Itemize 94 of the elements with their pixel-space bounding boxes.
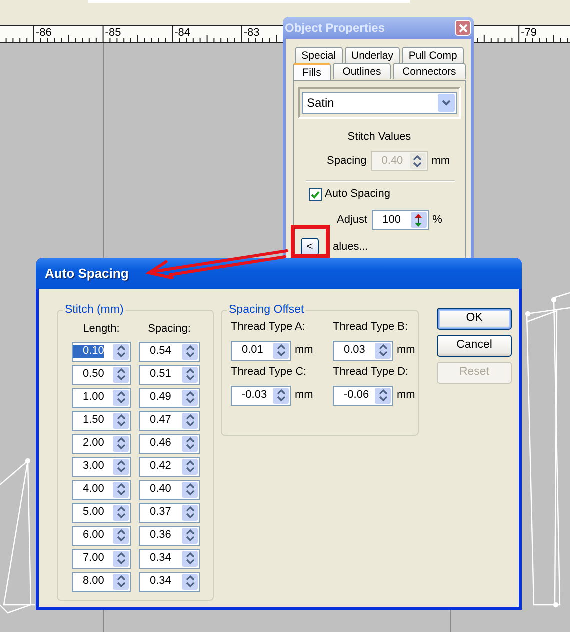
spin-button[interactable]	[273, 342, 289, 359]
number-field[interactable]: 0.10	[72, 342, 131, 362]
spin-button[interactable]	[113, 436, 129, 452]
tab[interactable]: Connectors	[392, 63, 466, 79]
number-field[interactable]: 0.34	[139, 548, 200, 569]
number-field[interactable]: 0.01	[231, 340, 291, 361]
spin-button[interactable]	[113, 574, 129, 590]
ruler-label: -79	[521, 27, 537, 40]
spin-button[interactable]	[113, 504, 129, 521]
number-field[interactable]: 0.47	[139, 410, 200, 431]
number-field[interactable]: 2.00	[72, 434, 131, 454]
column-header: Length:	[82, 322, 121, 336]
close-button[interactable]	[455, 20, 471, 36]
tab[interactable]: Special	[295, 47, 343, 63]
spin-button[interactable]	[113, 458, 129, 475]
number-field[interactable]: 0.40	[139, 480, 200, 500]
number-field[interactable]: 4.00	[72, 480, 131, 500]
spin-button[interactable]	[113, 390, 129, 406]
field-label: Thread Type A:	[231, 320, 306, 334]
number-field[interactable]: 0.34	[139, 572, 200, 592]
spin-button[interactable]	[182, 366, 198, 383]
unit-label: mm	[432, 154, 450, 168]
dropdown[interactable]: Satin	[302, 92, 457, 114]
tab[interactable]: Outlines	[333, 63, 391, 79]
number-field[interactable]: 3.00	[72, 456, 131, 477]
spin-button[interactable]	[375, 342, 391, 359]
number-field[interactable]: 6.00	[72, 526, 131, 546]
spin-button[interactable]	[182, 528, 198, 544]
close-icon	[458, 24, 468, 32]
values-label: alues...	[333, 240, 368, 254]
spin-button[interactable]	[410, 212, 427, 228]
spin-button[interactable]	[273, 388, 289, 404]
number-field[interactable]: 100	[372, 210, 429, 230]
dialog-button[interactable]: OK	[437, 308, 512, 330]
spin-button[interactable]	[113, 366, 129, 383]
number-field[interactable]: 0.37	[139, 502, 200, 523]
number-field[interactable]: 1.00	[72, 388, 131, 408]
dialog-title: Auto Spacing	[45, 266, 129, 282]
unit-label: mm	[295, 344, 314, 358]
number-field[interactable]: 0.54	[139, 342, 200, 362]
checkbox-label: Auto Spacing	[325, 188, 390, 202]
number-field[interactable]: 0.46	[139, 434, 200, 454]
number-field[interactable]: 0.49	[139, 388, 200, 408]
ruler-label: -85	[105, 27, 122, 40]
annotation-box	[291, 225, 330, 258]
column-header: Spacing:	[147, 322, 192, 336]
spin-button[interactable]	[113, 344, 129, 360]
spin-button[interactable]	[113, 482, 129, 498]
number-field[interactable]: 8.00	[72, 572, 131, 592]
dialog-button[interactable]: Cancel	[437, 335, 512, 357]
window-title: Object Properties	[285, 20, 386, 36]
ruler-label: -83	[244, 27, 260, 40]
spin-button[interactable]	[182, 550, 198, 567]
spin-button[interactable]	[182, 482, 198, 498]
ruler-label: -84	[174, 27, 190, 40]
number-field[interactable]: -0.03	[231, 386, 291, 406]
tab[interactable]: Pull Comp	[402, 47, 464, 63]
number-field[interactable]: 0.36	[139, 526, 200, 546]
tab[interactable]: Fills	[293, 63, 332, 80]
field-label: Thread Type B:	[333, 320, 410, 334]
number-field[interactable]: -0.06	[333, 386, 393, 406]
number-field[interactable]: 0.42	[139, 456, 200, 477]
spin-button[interactable]	[182, 504, 198, 521]
number-field[interactable]: 5.00	[72, 502, 131, 523]
spin-button[interactable]	[113, 412, 129, 429]
number-field[interactable]: 0.51	[139, 364, 200, 385]
unit-label: %	[432, 214, 442, 227]
spin-button[interactable]	[182, 574, 198, 590]
number-field[interactable]: 1.50	[72, 410, 131, 431]
spin-button[interactable]	[182, 412, 198, 429]
unit-label: mm	[397, 344, 416, 358]
ruler-label: -86	[36, 27, 52, 40]
spin-button[interactable]	[375, 388, 391, 404]
spin-button[interactable]	[113, 528, 129, 544]
number-field[interactable]: 7.00	[72, 548, 131, 569]
field-label: Thread Type C:	[231, 366, 308, 379]
unit-label: mm	[295, 389, 314, 402]
spin-button[interactable]	[182, 344, 198, 360]
checkbox[interactable]	[309, 188, 322, 202]
spin-button[interactable]	[182, 436, 198, 452]
field-label: Adjust	[337, 214, 368, 227]
spin-button[interactable]	[182, 390, 198, 406]
spin-button[interactable]	[182, 458, 198, 475]
field-label: Thread Type D:	[333, 366, 410, 379]
group-title: Stitch (mm)	[64, 305, 125, 316]
number-field[interactable]: 0.03	[333, 340, 393, 361]
tab[interactable]: Underlay	[344, 47, 400, 63]
spin-button[interactable]	[113, 550, 129, 567]
text-field[interactable]	[88, 0, 410, 3]
group-title: Spacing Offset	[228, 305, 306, 316]
section-label: Stitch Values	[346, 131, 412, 144]
field-label: Spacing	[327, 154, 367, 168]
unit-label: mm	[397, 389, 416, 402]
number-field[interactable]: 0.50	[72, 364, 131, 385]
